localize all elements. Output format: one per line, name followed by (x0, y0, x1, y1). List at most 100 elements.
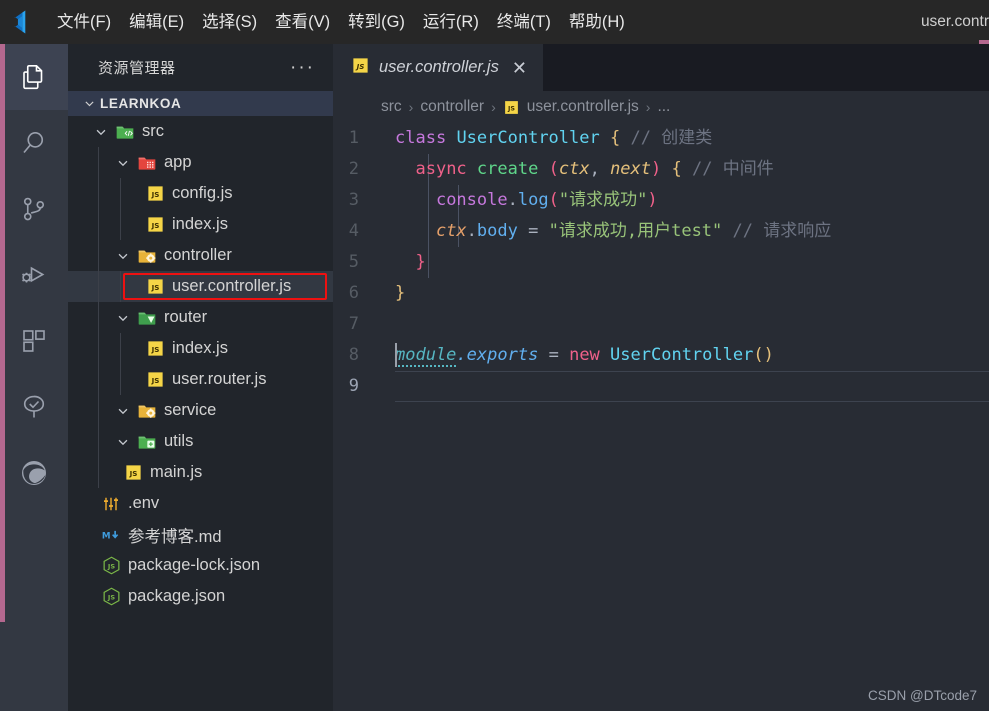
code-line-3: 3 console.log("请求成功") (333, 185, 989, 216)
tree-root-label: LEARNKOA (100, 96, 182, 111)
js-file-icon: JS (503, 99, 520, 116)
tab-user-controller-js[interactable]: JS user.controller.js ✕ (333, 44, 544, 91)
line-content: console.log("请求成功") (395, 185, 989, 216)
activity-item-search[interactable] (0, 110, 68, 176)
svg-text:JS: JS (150, 376, 159, 385)
token-brace: { (609, 128, 621, 148)
explorer-files-icon (19, 62, 49, 92)
code-line-2: 2 async create (ctx, next) { // 中间件 (333, 154, 989, 185)
js-file-icon: JS (351, 56, 370, 80)
menu-run[interactable]: 运行(R) (414, 0, 488, 44)
js-file-icon: JS (142, 184, 168, 203)
activity-item-testing[interactable] (0, 374, 68, 440)
line-content: async create (ctx, next) { // 中间件 (395, 154, 989, 185)
chevron-right-icon: › (491, 99, 496, 115)
line-content: ctx.body = "请求成功,用户test" // 请求响应 (395, 216, 989, 247)
tree-item-label: config.js (172, 184, 233, 202)
token-method-name: create (476, 159, 539, 179)
svg-text:JS: JS (507, 104, 515, 112)
token-class-keyword: class (395, 128, 447, 148)
menu-view[interactable]: 查看(V) (266, 0, 339, 44)
breadcrumb-item-symbol[interactable]: ... (657, 98, 670, 116)
breadcrumb: src › controller › JS user.controller.js… (333, 91, 989, 123)
tree-folder-router[interactable]: router (68, 302, 333, 333)
tree-root-learnkoa[interactable]: LEARNKOA (68, 91, 333, 116)
tree-file-markdown[interactable]: M 参考博客.md (68, 519, 333, 550)
explorer-sidebar: 资源管理器 ··· LEARNKOA src app JS config.js … (68, 44, 333, 711)
js-file-icon: JS (142, 277, 168, 296)
tree-file-package-lock-json[interactable]: JS package-lock.json (68, 550, 333, 581)
tree-folder-controller[interactable]: controller (68, 240, 333, 271)
tree-item-label: package-lock.json (128, 556, 261, 574)
vscode-logo-icon (0, 0, 48, 44)
markdown-icon: M (98, 524, 124, 546)
nodejs-hex-icon: JS (98, 555, 124, 576)
activity-item-browser-preview[interactable] (0, 440, 68, 506)
breadcrumb-item-file[interactable]: user.controller.js (527, 98, 639, 116)
tree-file-router-index-js[interactable]: JS index.js (68, 333, 333, 364)
tree-item-label: service (164, 401, 217, 419)
folder-router-icon (134, 308, 160, 328)
folder-utils-icon (134, 432, 160, 452)
menu-selection[interactable]: 选择(S) (193, 0, 266, 44)
window-title: user.contr (920, 13, 989, 30)
js-file-icon: JS (142, 339, 168, 358)
tree-file-user-router-js[interactable]: JS user.router.js (68, 364, 333, 395)
tree-file-main-js[interactable]: JS main.js (68, 457, 333, 488)
menu-file[interactable]: 文件(F) (48, 0, 120, 44)
token-log: log (517, 190, 549, 210)
svg-text:JS: JS (150, 283, 159, 292)
code-editor[interactable]: 1 class UserController { // 创建类 2 async … (333, 123, 989, 711)
chevron-down-icon (112, 249, 134, 263)
tree-item-label: main.js (150, 463, 203, 481)
line-number: 7 (348, 314, 359, 334)
tab-label: user.controller.js (379, 58, 499, 76)
token-dot: . (507, 190, 518, 210)
tree-file-package-json[interactable]: JS package.json (68, 581, 333, 612)
activity-item-run-debug[interactable] (0, 242, 68, 308)
close-icon[interactable]: ✕ (508, 59, 531, 77)
tree-file-app-index-js[interactable]: JS index.js (68, 209, 333, 240)
breadcrumb-item-src[interactable]: src (381, 98, 402, 116)
menu-help[interactable]: 帮助(H) (560, 0, 634, 44)
line-number: 3 (348, 190, 359, 210)
menu-edit[interactable]: 编辑(E) (120, 0, 193, 44)
token-brace: } (415, 252, 426, 272)
tree-file-config-js[interactable]: JS config.js (68, 178, 333, 209)
tree-item-label: router (164, 308, 208, 326)
tree-folder-utils[interactable]: utils (68, 426, 333, 457)
window-accent-left (0, 44, 5, 622)
tree-file-user-controller-js[interactable]: JS user.controller.js (68, 271, 333, 302)
chevron-right-icon: › (645, 99, 651, 115)
code-line-6: 6 } (333, 278, 989, 309)
menu-terminal[interactable]: 终端(T) (488, 0, 560, 44)
tree-item-label: utils (164, 432, 194, 450)
code-line-4: 4 ctx.body = "请求成功,用户test" // 请求响应 (333, 216, 989, 247)
tree-folder-src[interactable]: src (68, 116, 333, 147)
code-line-1: 1 class UserController { // 创建类 (333, 123, 989, 154)
code-line-5: 5 } (333, 247, 989, 278)
line-number: 1 (348, 128, 359, 148)
tree-item-label: index.js (172, 215, 228, 233)
tree-item-label: user.controller.js (172, 277, 292, 295)
token-equals: = (528, 221, 539, 241)
activity-bar (0, 44, 68, 711)
chevron-down-icon (112, 404, 134, 418)
token-body: body (476, 221, 518, 241)
chevron-down-icon (112, 435, 134, 449)
svg-text:JS: JS (355, 62, 365, 71)
text-cursor (395, 343, 397, 367)
sidebar-more-actions-icon[interactable]: ··· (290, 58, 315, 77)
activity-item-explorer[interactable] (0, 44, 68, 110)
tree-folder-service[interactable]: service (68, 395, 333, 426)
breadcrumb-item-controller[interactable]: controller (420, 98, 484, 116)
tree-file-env[interactable]: .env (68, 488, 333, 519)
js-file-icon: JS (120, 463, 146, 482)
activity-item-extensions[interactable] (0, 308, 68, 374)
tree-item-label: controller (164, 246, 232, 264)
activity-item-source-control[interactable] (0, 176, 68, 242)
editor-tab-bar: JS user.controller.js ✕ (333, 44, 989, 91)
code-line-9: 9 (333, 343, 989, 402)
menu-go[interactable]: 转到(G) (339, 0, 414, 44)
tree-folder-app[interactable]: app (68, 147, 333, 178)
